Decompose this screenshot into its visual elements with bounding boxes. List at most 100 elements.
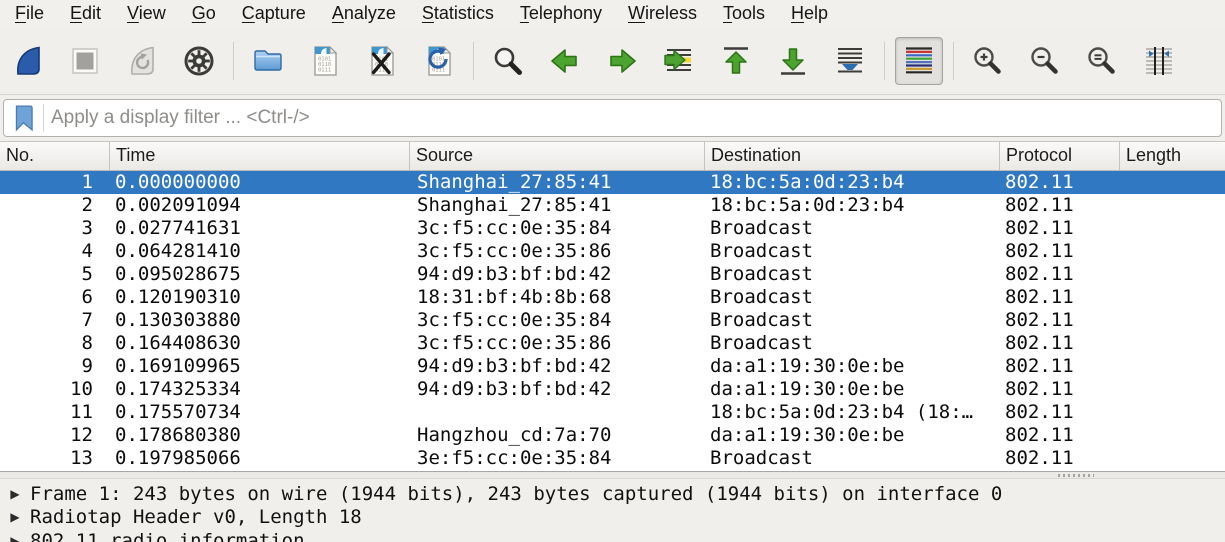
menu-file[interactable]: File (2, 2, 57, 27)
cell-destination: Broadcast (705, 332, 1000, 355)
cell-time: 0.027741631 (110, 217, 410, 240)
go-first-packet-button[interactable] (712, 37, 760, 85)
expander-arrow-icon[interactable]: ▶ (0, 487, 30, 501)
menu-help[interactable]: Help (778, 2, 841, 27)
cell-protocol: 802.11 (1000, 424, 1120, 447)
arrow-left-icon (548, 44, 582, 78)
menu-telephony[interactable]: Telephony (507, 2, 615, 27)
colorize-packets-button[interactable] (895, 37, 943, 85)
column-header-protocol[interactable]: Protocol (1000, 142, 1120, 170)
cell-protocol: 802.11 (1000, 240, 1120, 263)
packet-row[interactable]: 40.0642814103c:f5:cc:0e:35:86Broadcast80… (0, 240, 1225, 263)
cell-no: 11 (0, 401, 110, 424)
go-to-packet-button[interactable] (655, 37, 703, 85)
column-header-destination[interactable]: Destination (705, 142, 1000, 170)
cell-source: Hangzhou_cd:7a:70 (410, 424, 705, 447)
detail-tree-item[interactable]: ▶Frame 1: 243 bytes on wire (1944 bits),… (0, 482, 1225, 506)
menu-go[interactable]: Go (179, 2, 229, 27)
cell-length (1120, 332, 1225, 355)
display-filter-box[interactable] (3, 99, 1222, 137)
cell-destination: Broadcast (705, 263, 1000, 286)
go-last-packet-button[interactable] (769, 37, 817, 85)
packet-row[interactable]: 90.16910996594:d9:b3:bf:bd:42da:a1:19:30… (0, 355, 1225, 378)
toolbar-group (4, 37, 223, 85)
gear-icon (182, 44, 216, 78)
open-file-button[interactable] (244, 37, 292, 85)
cell-length (1120, 194, 1225, 217)
cell-no: 13 (0, 447, 110, 470)
cell-time: 0.002091094 (110, 194, 410, 217)
bookmark-icon[interactable] (13, 104, 35, 132)
expander-arrow-icon[interactable]: ▶ (0, 534, 30, 542)
packet-row[interactable]: 100.17432533494:d9:b3:bf:bd:42da:a1:19:3… (0, 378, 1225, 401)
packet-row[interactable]: 130.1979850663e:f5:cc:0e:35:84Broadcast8… (0, 447, 1225, 470)
packet-row[interactable]: 50.09502867594:d9:b3:bf:bd:42Broadcast80… (0, 263, 1225, 286)
cell-time: 0.120190310 (110, 286, 410, 309)
zoom-in-button[interactable] (964, 37, 1012, 85)
packet-row[interactable]: 70.1303038803c:f5:cc:0e:35:84Broadcast80… (0, 309, 1225, 332)
toolbar-separator (953, 42, 954, 80)
toolbar-separator (233, 42, 234, 80)
packet-row[interactable]: 20.002091094Shanghai_27:85:4118:bc:5a:0d… (0, 194, 1225, 217)
menu-wireless[interactable]: Wireless (615, 2, 710, 27)
zoom-out-icon (1028, 44, 1062, 78)
packet-row[interactable]: 10.000000000Shanghai_27:85:4118:bc:5a:0d… (0, 171, 1225, 194)
packet-row[interactable]: 120.178680380Hangzhou_cd:7a:70da:a1:19:3… (0, 424, 1225, 447)
auto-scroll-button[interactable] (826, 37, 874, 85)
cell-time: 0.164408630 (110, 332, 410, 355)
zoom-original-button[interactable] (1078, 37, 1126, 85)
close-file-button[interactable]: 0101 0110 0111 (358, 37, 406, 85)
restart-capture-button[interactable] (118, 37, 166, 85)
packet-row[interactable]: 110.17557073418:bc:5a:0d:23:b4 (18:…802.… (0, 401, 1225, 424)
main-toolbar: 0101 0110 0111 0101 0110 0111 0101 0110 … (0, 28, 1225, 95)
resize-columns-button[interactable] (1135, 37, 1183, 85)
cell-time: 0.174325334 (110, 378, 410, 401)
packet-row[interactable]: 60.12019031018:31:bf:4b:8b:68Broadcast80… (0, 286, 1225, 309)
menu-edit[interactable]: Edit (57, 2, 114, 27)
find-packet-button[interactable] (484, 37, 532, 85)
detail-tree-item[interactable]: ▶Radiotap Header v0, Length 18 (0, 506, 1225, 530)
start-capture-button[interactable] (4, 37, 52, 85)
svg-text:0111: 0111 (318, 68, 331, 74)
menu-capture[interactable]: Capture (229, 2, 319, 27)
cell-protocol: 802.11 (1000, 263, 1120, 286)
cell-length (1120, 263, 1225, 286)
menu-statistics[interactable]: Statistics (409, 2, 507, 27)
capture-options-button[interactable] (175, 37, 223, 85)
zoom-reset-icon (1085, 44, 1119, 78)
toolbar-separator (473, 42, 474, 80)
menu-view[interactable]: View (114, 2, 179, 27)
display-filter-input[interactable] (51, 107, 1215, 129)
cell-no: 4 (0, 240, 110, 263)
menu-tools[interactable]: Tools (710, 2, 778, 27)
detail-item-text: Radiotap Header v0, Length 18 (30, 506, 362, 528)
folder-open-icon (251, 44, 285, 78)
cell-length (1120, 447, 1225, 470)
cell-length (1120, 286, 1225, 309)
cell-destination: da:a1:19:30:0e:be (705, 355, 1000, 378)
toolbar-group (484, 37, 874, 85)
packet-list: 10.000000000Shanghai_27:85:4118:bc:5a:0d… (0, 171, 1225, 471)
toolbar-separator (884, 42, 885, 80)
detail-tree-item[interactable]: ▶802.11 radio information (0, 529, 1225, 542)
file-reload-icon: 0101 0110 0111 (422, 44, 456, 78)
pane-splitter[interactable] (0, 471, 1225, 479)
file-binary-icon: 0101 0110 0111 (308, 44, 342, 78)
save-file-button[interactable]: 0101 0110 0111 (301, 37, 349, 85)
cell-source: 3c:f5:cc:0e:35:84 (410, 217, 705, 240)
go-forward-button[interactable] (598, 37, 646, 85)
column-header-length[interactable]: Length (1120, 142, 1225, 170)
packet-row[interactable]: 80.1644086303c:f5:cc:0e:35:86Broadcast80… (0, 332, 1225, 355)
go-back-button[interactable] (541, 37, 589, 85)
cell-no: 10 (0, 378, 110, 401)
filter-toolbar (0, 95, 1225, 141)
packet-row[interactable]: 30.0277416313c:f5:cc:0e:35:84Broadcast80… (0, 217, 1225, 240)
column-header-time[interactable]: Time (110, 142, 410, 170)
menu-analyze[interactable]: Analyze (319, 2, 409, 27)
reload-file-button[interactable]: 0101 0110 0111 (415, 37, 463, 85)
column-header-source[interactable]: Source (410, 142, 705, 170)
column-header-no[interactable]: No. (0, 142, 110, 170)
expander-arrow-icon[interactable]: ▶ (0, 510, 30, 524)
zoom-out-button[interactable] (1021, 37, 1069, 85)
stop-capture-button[interactable] (61, 37, 109, 85)
